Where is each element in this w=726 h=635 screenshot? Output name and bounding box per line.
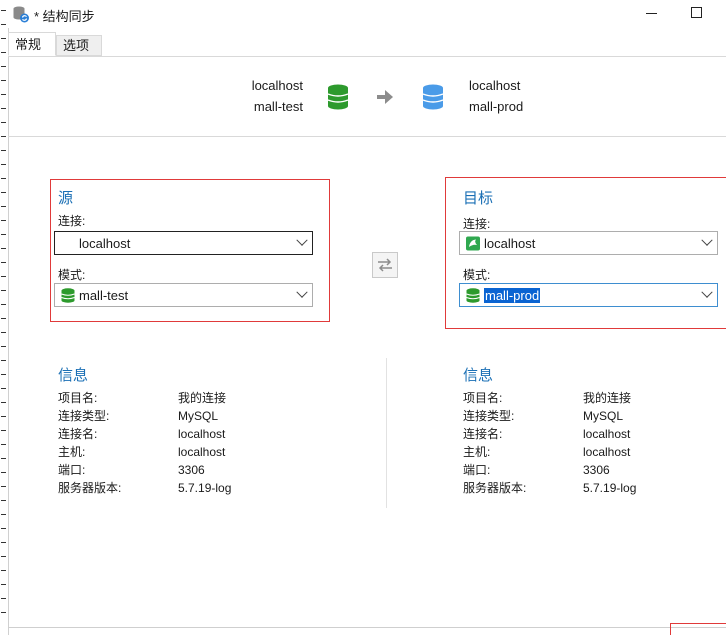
database-icon (466, 288, 480, 303)
target-schema-label: 模式: (463, 268, 491, 282)
info-row: 连接名: localhost (58, 427, 226, 441)
target-schema-value: mall-prod (484, 287, 541, 303)
chevron-down-icon (296, 234, 308, 246)
header-target-db: mall-prod (469, 99, 524, 114)
target-title: 目标 (463, 190, 494, 207)
window-title: * 结构同步 (34, 9, 95, 24)
target-info-title: 信息 (463, 367, 494, 384)
swap-button[interactable] (372, 252, 398, 278)
header-source-db: mall-test (253, 99, 303, 114)
title-bar[interactable] (8, 0, 726, 28)
source-database-icon (327, 84, 349, 110)
tab-general[interactable]: 常规 (8, 32, 56, 56)
source-info-title: 信息 (58, 367, 89, 384)
database-icon (61, 288, 75, 303)
sync-structure-icon (13, 6, 29, 23)
source-connection-value: localhost (79, 235, 131, 251)
info-row: 项目名: 我的连接 (58, 391, 227, 405)
info-row: 服务器版本: 5.7.19-log (58, 481, 232, 495)
maximize-button[interactable] (684, 4, 708, 22)
arrow-right-icon (377, 90, 393, 104)
header-target-labels: localhost mall-prod (469, 75, 523, 117)
info-divider (386, 358, 387, 508)
source-schema-value: mall-test (79, 287, 129, 303)
header-target-host: localhost (469, 78, 521, 93)
header-source-labels: localhost mall-test (252, 75, 303, 117)
swap-icon (378, 258, 392, 272)
source-info-list: 项目名: 我的连接 连接类型: MySQL 连接名: localhost 主机: loc… (58, 389, 358, 497)
info-row: 端口: 3306 (463, 463, 610, 477)
info-row: 连接类型: MySQL (58, 409, 219, 423)
connection-icon (466, 236, 480, 251)
info-row: 服务器版本: 5.7.19-log (463, 481, 637, 495)
info-row: 主机: localhost (463, 445, 631, 459)
info-row: 连接名: localhost (463, 427, 631, 441)
info-row: 端口: 3306 (58, 463, 205, 477)
target-connection-value: localhost (484, 235, 536, 251)
highlight-marker (670, 623, 726, 635)
footer-divider (8, 627, 726, 628)
chevron-down-icon (701, 286, 713, 298)
header-separator (8, 136, 726, 137)
source-title: 源 (58, 190, 74, 207)
target-info-list: 项目名: 我的连接 连接类型: MySQL 连接名: localhost 主机: loc… (463, 389, 713, 497)
source-schema-select[interactable]: mall-test (54, 283, 313, 307)
info-row: 主机: localhost (58, 445, 226, 459)
source-connection-label: 连接: (58, 214, 86, 228)
target-schema-select[interactable]: mall-prod (459, 283, 718, 307)
tab-options[interactable]: 选项 (56, 35, 102, 56)
source-schema-label: 模式: (58, 268, 86, 282)
header-source-host: localhost (251, 78, 303, 93)
info-row: 项目名: 我的连接 (463, 391, 632, 405)
background-window-edge (0, 0, 9, 635)
tab-divider (8, 56, 726, 57)
minimize-button[interactable] (640, 4, 664, 22)
chevron-down-icon (296, 286, 308, 298)
target-database-icon (422, 84, 444, 110)
info-row: 连接类型: MySQL (463, 409, 624, 423)
chevron-down-icon (701, 234, 713, 246)
target-connection-select[interactable]: localhost (459, 231, 718, 255)
source-connection-select[interactable]: localhost (54, 231, 313, 255)
target-connection-label: 连接: (463, 217, 491, 231)
